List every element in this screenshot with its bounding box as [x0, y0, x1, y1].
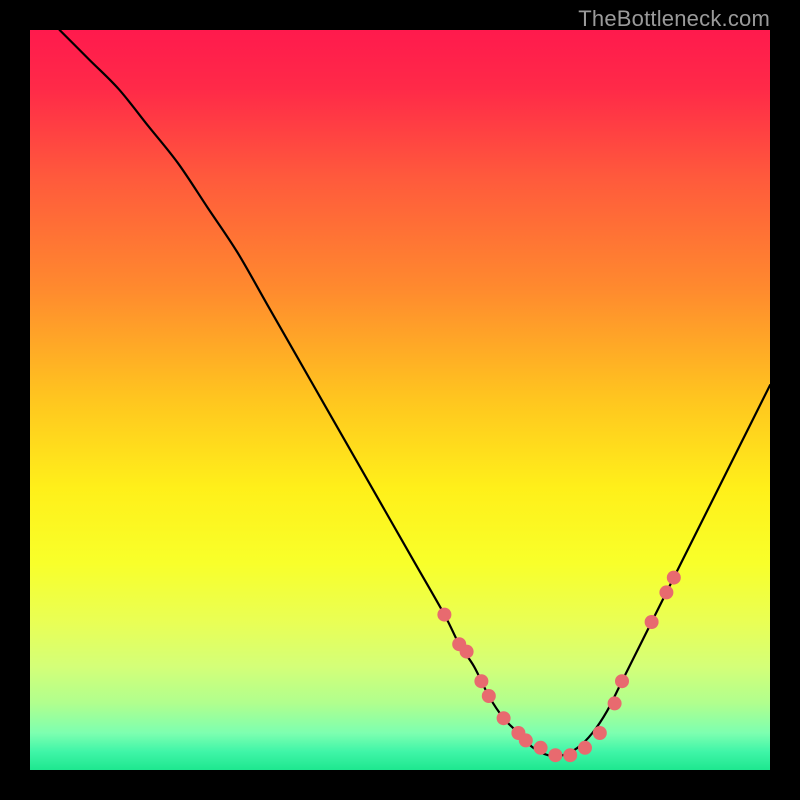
highlight-point [608, 696, 622, 710]
highlight-point [578, 741, 592, 755]
highlight-point [497, 711, 511, 725]
highlight-point [667, 571, 681, 585]
highlight-point [615, 674, 629, 688]
highlight-point [645, 615, 659, 629]
highlight-point [593, 726, 607, 740]
highlight-point [548, 748, 562, 762]
bottleneck-curve [60, 30, 770, 756]
highlight-point [563, 748, 577, 762]
highlight-point [460, 645, 474, 659]
highlight-point [534, 741, 548, 755]
watermark-text: TheBottleneck.com [578, 6, 770, 32]
highlight-point [519, 733, 533, 747]
highlight-point [474, 674, 488, 688]
chart-frame: TheBottleneck.com [0, 0, 800, 800]
highlight-point [437, 608, 451, 622]
highlight-point [482, 689, 496, 703]
curve-layer [30, 30, 770, 770]
plot-area [30, 30, 770, 770]
highlight-point [659, 585, 673, 599]
